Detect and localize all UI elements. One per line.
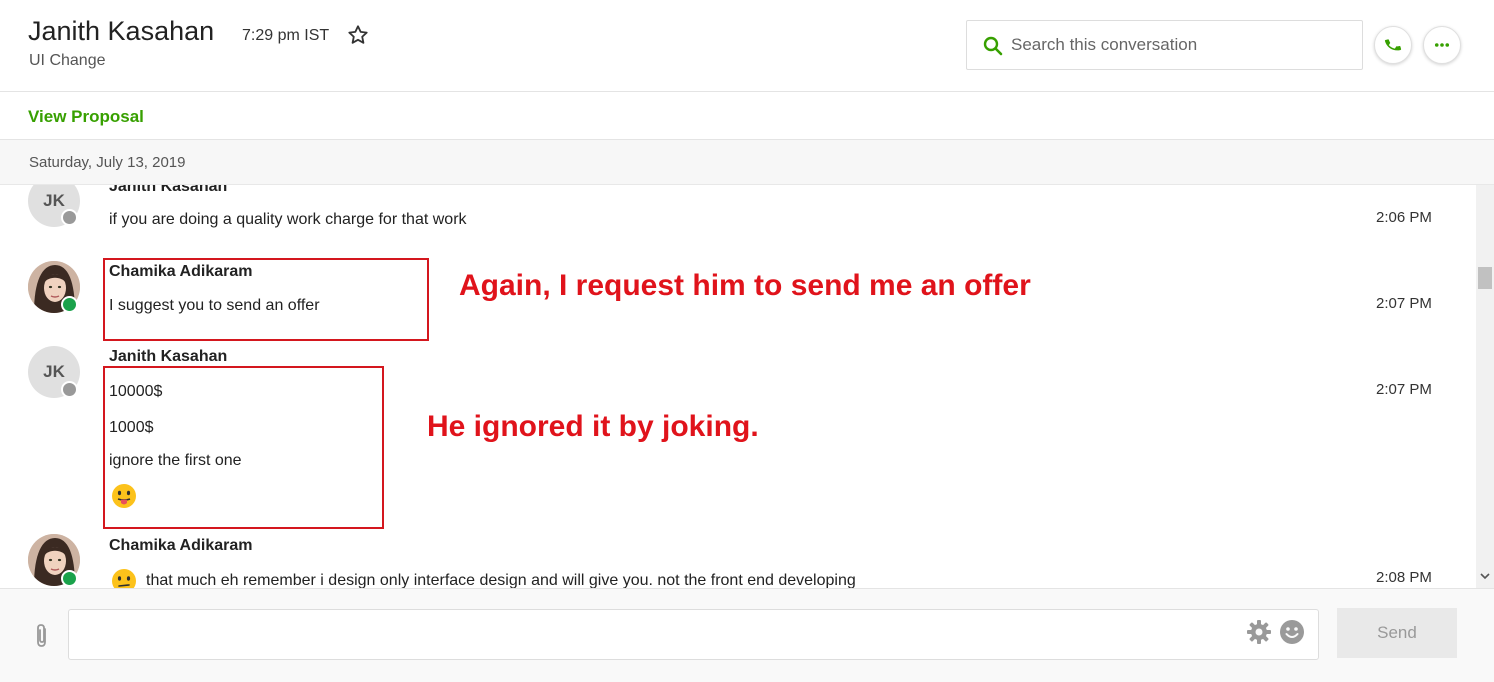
status-online-indicator (61, 570, 78, 587)
call-button[interactable] (1374, 26, 1412, 64)
status-offline-indicator (61, 209, 78, 226)
conversation-subject: UI Change (29, 52, 106, 69)
search-icon (983, 36, 1003, 56)
message-sender[interactable]: Chamika Adikaram (109, 537, 252, 555)
view-proposal-link[interactable]: View Proposal (28, 107, 144, 127)
send-button[interactable]: Send (1337, 608, 1457, 658)
message-input[interactable] (79, 610, 1239, 659)
message-time: 2:06 PM (1376, 209, 1432, 226)
date-separator: Saturday, July 13, 2019 (0, 140, 1494, 185)
message-sender[interactable]: Janith Kasahan (109, 185, 227, 196)
gear-icon[interactable] (1246, 619, 1272, 645)
search-input[interactable] (1011, 21, 1351, 69)
scrollbar-thumb[interactable] (1478, 267, 1492, 289)
message-input-box[interactable] (68, 609, 1319, 660)
message-time: 2:07 PM (1376, 381, 1432, 398)
message-time: 2:07 PM (1376, 295, 1432, 312)
status-online-indicator (61, 296, 78, 313)
annotation-box (103, 258, 429, 341)
message-scrollbar[interactable] (1476, 185, 1494, 588)
status-offline-indicator (61, 381, 78, 398)
more-icon (1434, 43, 1450, 47)
message-text: if you are doing a quality work charge f… (109, 211, 467, 228)
date-label: Saturday, July 13, 2019 (29, 154, 186, 171)
message-sender[interactable]: Janith Kasahan (109, 348, 227, 366)
phone-icon (1384, 39, 1402, 51)
emoji-picker-icon[interactable] (1279, 619, 1305, 645)
search-box[interactable] (966, 20, 1363, 70)
thinking-face-emoji-icon (112, 569, 136, 588)
message-text: that much eh remember i design only inte… (146, 572, 856, 588)
proposal-bar: View Proposal (0, 92, 1494, 140)
contact-name[interactable]: Janith Kasahan (28, 16, 214, 47)
annotation-box (103, 366, 384, 529)
chevron-down-icon[interactable] (1480, 571, 1490, 581)
contact-local-time: 7:29 pm IST (242, 27, 330, 44)
paperclip-icon[interactable] (32, 623, 52, 649)
more-options-button[interactable] (1423, 26, 1461, 64)
star-icon[interactable] (347, 24, 369, 46)
message-time: 2:08 PM (1376, 569, 1432, 586)
annotation-text: Again, I request him to send me an offer (459, 269, 1031, 302)
message-list[interactable]: JK Janith Kasahan if you are doing a qua… (0, 185, 1476, 588)
annotation-text: He ignored it by joking. (427, 410, 759, 443)
conversation-header: Janith Kasahan 7:29 pm IST UI Change (0, 0, 1494, 92)
